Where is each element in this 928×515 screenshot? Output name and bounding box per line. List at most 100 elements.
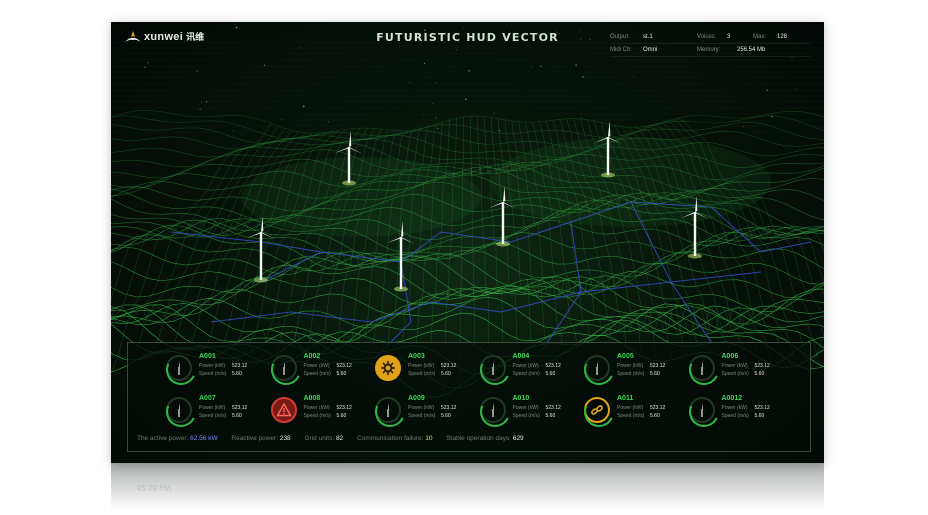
output-value: st.1 [643, 34, 653, 40]
turbine-speed-row: Speed (m/s) 5.60 [722, 413, 782, 419]
turbine-card-a006[interactable]: A006 Power (kW) 523.12 Speed (m/s) 5.60 [688, 353, 789, 389]
speed-value: 5.60 [650, 413, 660, 419]
turbine-card-a009[interactable]: A009 Power (kW) 523.12 Speed (m/s) 5.60 [375, 395, 475, 431]
power-label: Power (kW) [617, 363, 644, 369]
turbine-power-row: Power (kW) 523.12 [722, 405, 782, 411]
power-label: Power (kW) [617, 405, 644, 411]
turbine-status-ring [688, 397, 715, 423]
speed-value: 5.60 [754, 371, 765, 377]
turbine-speed-row: Speed (m/s) 5.60 [408, 371, 468, 377]
speed-value: 5.60 [650, 371, 660, 377]
active-power-label: The active power: [137, 435, 189, 442]
turbine-card-a004[interactable]: A004 Power (kW) 523.12 Speed (m/s) 5.60 [479, 353, 580, 389]
power-value: 523.12 [441, 363, 457, 369]
voices-label: Voices: [697, 34, 717, 40]
turbine-id: A009 [408, 395, 425, 402]
speed-label: Speed (m/s) [512, 371, 540, 377]
turbine-status-ring [166, 355, 192, 381]
turbine-card-a007[interactable]: A007 Power (kW) 523.12 Speed (m/s) 5.60 [166, 395, 266, 431]
turbine-id: A008 [303, 395, 321, 402]
speed-label: Speed (m/s) [721, 371, 749, 377]
midi-label: Midi Ch: [610, 47, 633, 53]
wind-turbine-icon [382, 403, 394, 417]
comm-failure-value: 10 [425, 435, 433, 442]
turbine-power-row: Power (kW) 523.12 [722, 363, 782, 369]
turbine-status-ring [584, 355, 610, 381]
turbine-speed-row: Speed (m/s) 5.60 [408, 413, 468, 419]
power-value: 523.12 [441, 405, 457, 411]
summary-bar: The active power: 62.56 kW Reactive powe… [137, 435, 536, 442]
reflection-active-power: 62.56 kW [137, 483, 171, 492]
active-power-stat: The active power: 62.56 kW [137, 435, 218, 442]
power-label: Power (kW) [199, 363, 226, 369]
power-label: Power (kW) [512, 405, 539, 411]
speed-value: 5.60 [545, 413, 556, 419]
power-value: 523.12 [232, 405, 248, 411]
turbine-status-ring [375, 397, 401, 423]
wind-turbine-icon [487, 403, 498, 417]
turbine-card-a003[interactable]: A003 Power (kW) 523.12 Speed (m/s) 5.60 [375, 353, 475, 389]
speed-label: Speed (m/s) [303, 413, 331, 419]
power-value: 523.12 [754, 405, 770, 411]
turbine-power-row: Power (kW) 523.12 [199, 405, 259, 411]
turbine-status-ring [584, 397, 610, 423]
turbine-status-ring [479, 355, 506, 381]
turbine-speed-row: Speed (m/s) 5.60 [304, 413, 364, 419]
speed-label: Speed (m/s) [617, 371, 645, 377]
turbine-id: A003 [408, 353, 425, 360]
turbine-status-ring [166, 397, 192, 423]
system-stats: Output: st.1 Voices: 3 Max: 128 Midi Ch:… [610, 31, 810, 57]
active-power-value: 62.56 kW [190, 435, 218, 442]
power-value: 523.12 [545, 363, 561, 369]
speed-label: Speed (m/s) [512, 413, 540, 419]
turbine-id: A005 [617, 353, 634, 360]
reactive-power-value: 238 [279, 435, 291, 442]
reflection-text: 62.56 kW [137, 483, 171, 492]
warning-triangle-icon [275, 402, 292, 417]
stats-row-output: Output: st.1 Voices: 3 Max: 128 [610, 31, 810, 44]
power-value: 523.12 [545, 405, 561, 411]
wind-turbine-icon [173, 403, 185, 417]
midi-value: Omni [643, 47, 658, 53]
speed-value: 5.60 [441, 413, 451, 419]
power-label: Power (kW) [721, 363, 748, 369]
memory-label: Memory: [697, 47, 721, 53]
power-label: Power (kW) [512, 363, 539, 369]
speed-value: 5.60 [441, 371, 451, 377]
wind-turbine-icon [591, 361, 603, 375]
turbine-power-row: Power (kW) 523.12 [513, 405, 573, 411]
grid-units-label: Grid units: [304, 435, 335, 442]
turbine-card-a010[interactable]: A010 Power (kW) 523.12 Speed (m/s) 5.60 [479, 395, 580, 431]
turbine-id: A002 [303, 353, 321, 360]
turbine-id: A006 [721, 353, 739, 360]
turbine-power-row: Power (kW) 523.12 [304, 405, 364, 411]
turbine-card-a005[interactable]: A005 Power (kW) 523.12 Speed (m/s) 5.60 [584, 353, 684, 389]
turbine-card-a008[interactable]: A008 Power (kW) 523.12 Speed (m/s) 5.60 [270, 395, 371, 431]
speed-label: Speed (m/s) [617, 413, 645, 419]
turbine-power-row: Power (kW) 523.12 [617, 363, 677, 369]
speed-value: 5.60 [336, 371, 347, 377]
power-value: 523.12 [650, 405, 666, 411]
speed-value: 5.60 [232, 413, 242, 419]
turbine-speed-row: Speed (m/s) 5.60 [513, 413, 573, 419]
reactive-power-label: Reactive power: [231, 435, 279, 442]
turbine-card-a011[interactable]: A011 Power (kW) 523.12 Speed (m/s) 5.60 [584, 395, 684, 431]
turbine-card-a0012[interactable]: A0012 Power (kW) 523.12 Speed (m/s) 5.60 [688, 395, 789, 431]
turbine-card-a002[interactable]: A002 Power (kW) 523.12 Speed (m/s) 5.60 [270, 353, 371, 389]
stable-days-stat: Stable operation days: 629 [446, 435, 523, 442]
power-value: 523.12 [336, 405, 352, 411]
turbine-speed-row: Speed (m/s) 5.60 [722, 371, 782, 377]
turbine-speed-row: Speed (m/s) 5.60 [513, 371, 573, 377]
stable-days-label: Stable operation days: [446, 435, 512, 442]
turbine-card-a001[interactable]: A001 Power (kW) 523.12 Speed (m/s) 5.60 [166, 353, 266, 389]
speed-label: Speed (m/s) [199, 413, 227, 419]
turbine-power-row: Power (kW) 523.12 [304, 363, 364, 369]
grid-units-value: 82 [335, 435, 344, 442]
grid-units-stat: Grid units: 82 [305, 435, 344, 442]
power-label: Power (kW) [408, 405, 435, 411]
turbine-power-row: Power (kW) 523.12 [408, 405, 468, 411]
max-value: 128 [777, 34, 788, 40]
reactive-power-stat: Reactive power: 238 [231, 435, 290, 442]
speed-value: 5.60 [232, 371, 242, 377]
speed-label: Speed (m/s) [408, 371, 436, 377]
